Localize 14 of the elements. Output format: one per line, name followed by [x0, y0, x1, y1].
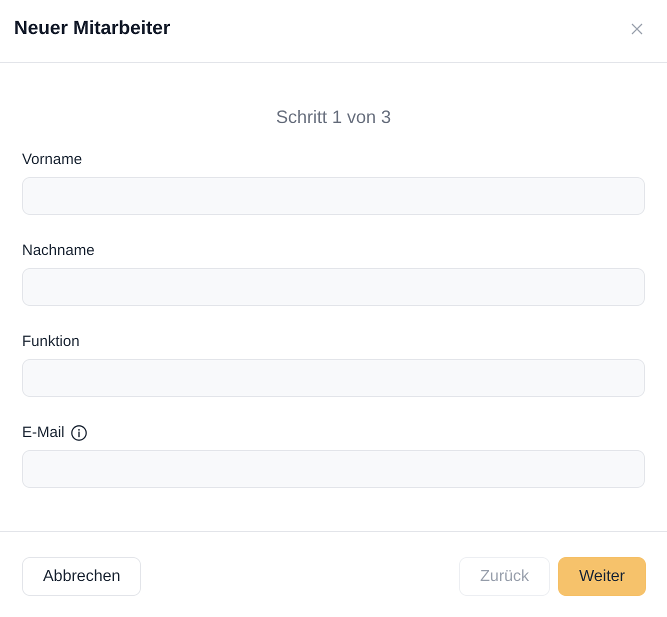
input-field[interactable]: [22, 177, 645, 215]
field-label: Vorname: [22, 150, 82, 170]
step-indicator: Schritt 1 von 3: [274, 106, 392, 129]
dialog-title: Neuer Mitarbeiter: [14, 18, 170, 40]
field-label: Nachname: [22, 241, 95, 261]
input-field[interactable]: [22, 359, 645, 397]
field-label: Funktion: [22, 332, 80, 352]
footer-button[interactable]: Abbrechen: [22, 557, 142, 596]
field-label: E-Mail: [22, 423, 65, 443]
close-icon: [631, 23, 643, 35]
input-field[interactable]: [22, 450, 645, 488]
footer-button[interactable]: Weiter: [558, 557, 646, 596]
close-button[interactable]: [629, 21, 645, 37]
input-field[interactable]: [22, 268, 645, 306]
